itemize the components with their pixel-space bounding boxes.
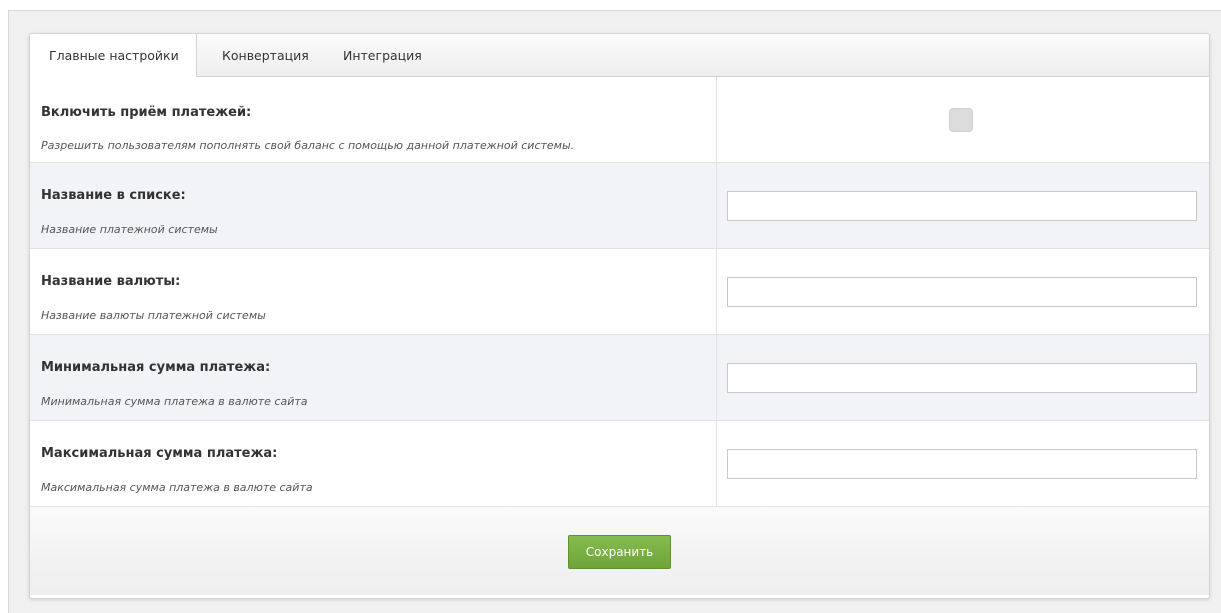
setting-label-cell: Включить приём платежей: Разрешить польз… — [30, 77, 717, 162]
enable-payments-checkbox[interactable] — [949, 108, 973, 132]
tab-main-settings[interactable]: Главные настройки — [30, 34, 197, 77]
setting-control-cell — [717, 77, 1209, 162]
setting-row-currency-name: Название валюты: Название валюты платежн… — [30, 249, 1209, 335]
tab-conversion[interactable]: Конвертация — [197, 34, 331, 76]
setting-description: Минимальная сумма платежа в валюте сайта — [41, 395, 308, 408]
setting-control-cell — [717, 421, 1209, 506]
setting-label: Включить приём платежей: — [41, 105, 252, 120]
currency-name-input[interactable] — [727, 277, 1197, 307]
tab-bar: Главные настройки Конвертация Интеграция — [30, 34, 1209, 77]
max-amount-input[interactable] — [727, 449, 1197, 479]
tab-integration[interactable]: Интеграция — [331, 34, 440, 76]
list-name-input[interactable] — [727, 191, 1197, 221]
setting-label-cell: Максимальная сумма платежа: Максимальная… — [30, 421, 717, 506]
min-amount-input[interactable] — [727, 363, 1197, 393]
setting-description: Название платежной системы — [41, 223, 218, 236]
setting-label: Максимальная сумма платежа: — [41, 446, 278, 461]
setting-row-min-amount: Минимальная сумма платежа: Минимальная с… — [30, 335, 1209, 421]
setting-control-cell — [717, 249, 1209, 334]
setting-label-cell: Минимальная сумма платежа: Минимальная с… — [30, 335, 717, 420]
setting-label-cell: Название в списке: Название платежной си… — [30, 163, 717, 248]
setting-label: Название в списке: — [41, 188, 186, 203]
setting-control-cell — [717, 163, 1209, 248]
setting-label: Минимальная сумма платежа: — [41, 360, 271, 375]
setting-control-cell — [717, 335, 1209, 420]
settings-panel: Главные настройки Конвертация Интеграция… — [29, 33, 1210, 599]
setting-description: Максимальная сумма платежа в валюте сайт… — [41, 481, 313, 494]
page-container: Главные настройки Конвертация Интеграция… — [8, 10, 1221, 613]
setting-row-list-name: Название в списке: Название платежной си… — [30, 163, 1209, 249]
setting-description: Название валюты платежной системы — [41, 309, 266, 322]
save-button[interactable]: Сохранить — [568, 535, 671, 569]
setting-row-max-amount: Максимальная сумма платежа: Максимальная… — [30, 421, 1209, 507]
form-footer: Сохранить — [30, 507, 1209, 595]
setting-description: Разрешить пользователям пополнять свой б… — [41, 139, 575, 152]
setting-row-enable-payments: Включить приём платежей: Разрешить польз… — [30, 77, 1209, 163]
setting-label-cell: Название валюты: Название валюты платежн… — [30, 249, 717, 334]
setting-label: Название валюты: — [41, 274, 181, 289]
